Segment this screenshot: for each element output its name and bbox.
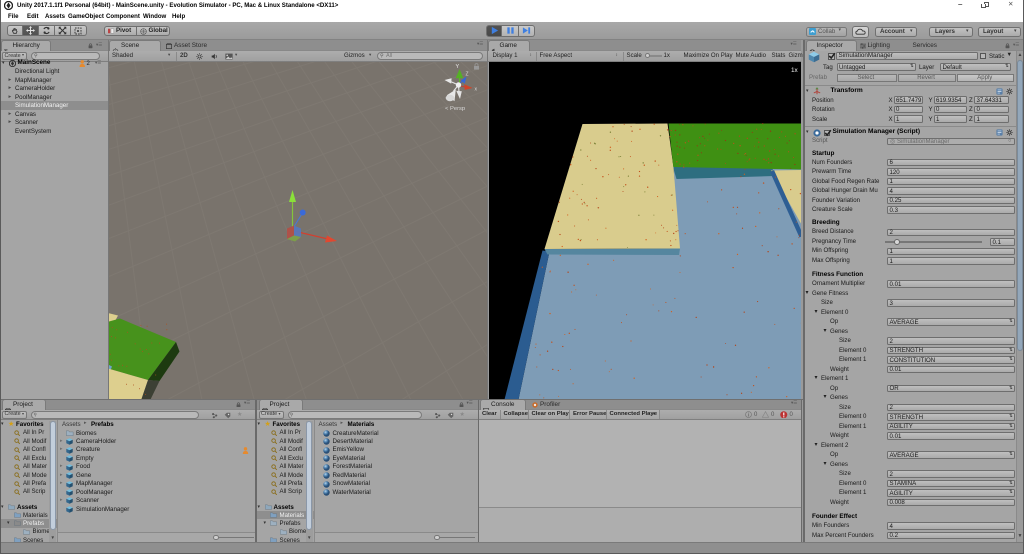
svg-text:Y: Y	[456, 64, 460, 70]
svg-text:Z: Z	[466, 71, 469, 77]
svg-text:< Persp: < Persp	[445, 106, 465, 112]
